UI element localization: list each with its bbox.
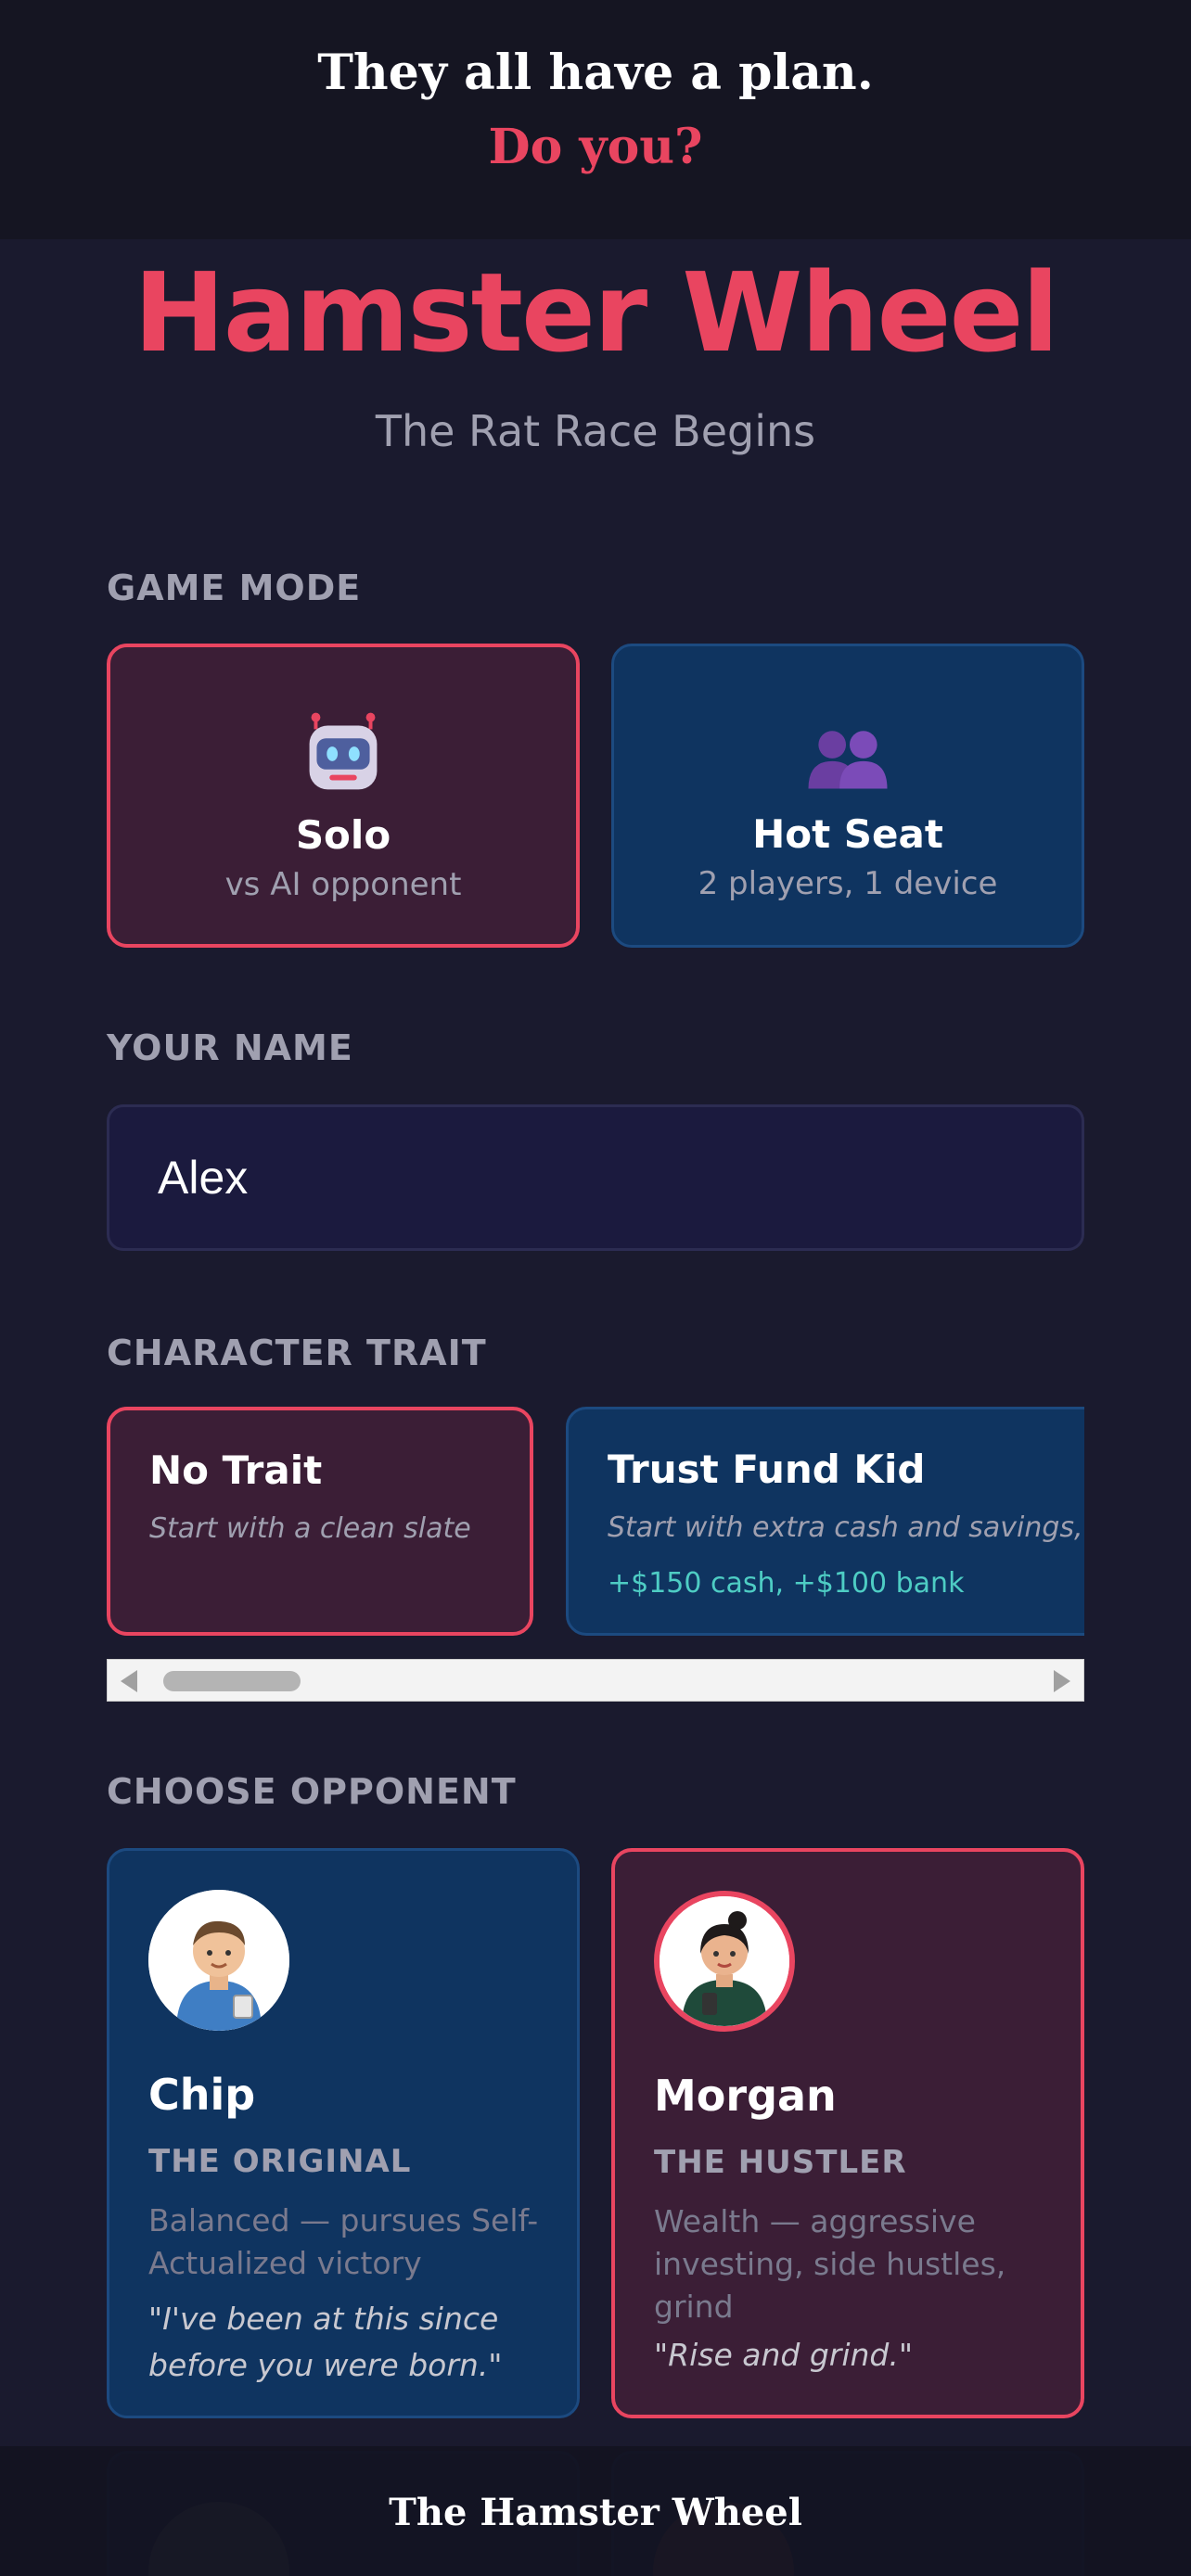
chip-avatar	[148, 1890, 289, 2031]
top-banner: They all have a plan. Do you?	[0, 0, 1191, 239]
mode-solo-description: vs AI opponent	[224, 866, 462, 903]
opponent-title: THE HUSTLER	[654, 2144, 907, 2181]
trait-bonus: +$150 cash, +$100 bank	[608, 1567, 965, 1600]
mode-hot-seat-button[interactable]: Hot Seat 2 players, 1 device	[611, 644, 1084, 948]
mode-solo-button[interactable]: Solo vs AI opponent	[107, 644, 580, 948]
footer-bar: The Hamster Wheel	[0, 2446, 1191, 2576]
opponent-name: Chip	[148, 2070, 256, 2120]
robot-icon	[110, 710, 576, 794]
trait-option-trust-fund-kid[interactable]: Trust Fund Kid Start with extra cash and…	[566, 1407, 1084, 1636]
trait-carousel[interactable]: No Trait Start with a clean slate Trust …	[107, 1407, 1084, 1636]
game-mode-label: GAME MODE	[107, 567, 362, 608]
choose-opponent-label: CHOOSE OPPONENT	[107, 1771, 517, 1812]
morgan-avatar	[654, 1891, 795, 2032]
your-name-label: YOUR NAME	[107, 1027, 353, 1068]
mode-hot-seat-description: 2 players, 1 device	[698, 865, 998, 902]
footer-title: The Hamster Wheel	[389, 2491, 802, 2534]
scroll-left-arrow-icon[interactable]	[121, 1670, 137, 1692]
opponent-card-morgan[interactable]: Morgan THE HUSTLER Wealth — aggressive i…	[611, 1848, 1084, 2418]
opponent-quote: "Rise and grind."	[654, 2337, 914, 2373]
scrollbar-thumb[interactable]	[163, 1671, 301, 1691]
scroll-right-arrow-icon[interactable]	[1054, 1670, 1070, 1692]
banner-tagline: They all have a plan.	[317, 45, 874, 101]
trait-description: Start with a clean slate	[149, 1512, 471, 1545]
character-trait-label: CHARACTER TRAIT	[107, 1333, 487, 1373]
opponent-description: Balanced — pursues Self-Actualized victo…	[148, 2202, 539, 2281]
mode-solo-name: Solo	[295, 812, 391, 858]
trait-option-no-trait[interactable]: No Trait Start with a clean slate	[107, 1407, 533, 1636]
banner-question: Do you?	[488, 119, 703, 175]
app-title: Hamster Wheel	[134, 249, 1059, 376]
trait-name: Trust Fund Kid	[608, 1447, 926, 1492]
opponent-quote: "I've been at this since before you were…	[148, 2301, 503, 2383]
opponent-title: THE ORIGINAL	[148, 2143, 412, 2180]
player-name-input[interactable]	[107, 1104, 1084, 1251]
mode-hot-seat-name: Hot Seat	[752, 811, 943, 857]
app-subtitle: The Rat Race Begins	[375, 406, 816, 456]
trait-scrollbar[interactable]	[107, 1659, 1084, 1702]
opponent-name: Morgan	[654, 2071, 837, 2121]
opponent-card-chip[interactable]: Chip THE ORIGINAL Balanced — pursues Sel…	[107, 1848, 580, 2418]
opponent-description: Wealth — aggressive investing, side hust…	[654, 2203, 1006, 2325]
trait-name: No Trait	[149, 1447, 323, 1493]
trait-description: Start with extra cash and savings, bu	[608, 1511, 1084, 1544]
people-icon	[614, 709, 1082, 793]
